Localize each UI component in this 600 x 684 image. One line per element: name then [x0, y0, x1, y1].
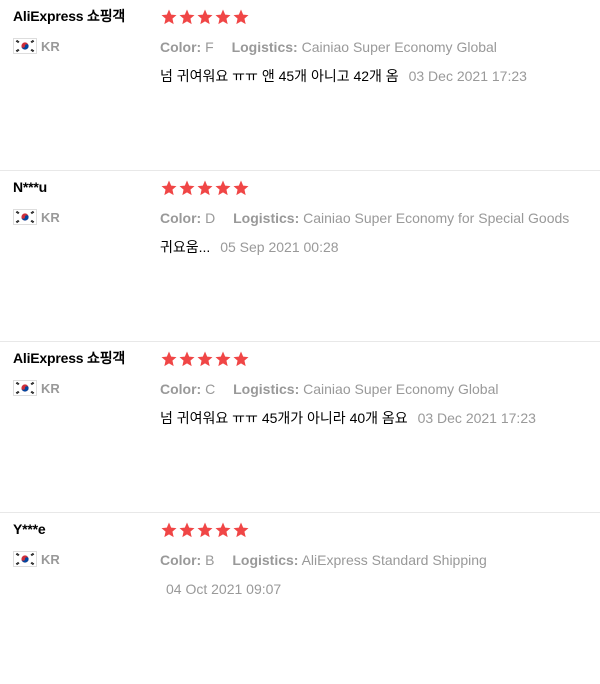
color-label: Color: [160, 552, 202, 568]
reviewer-name: AliExpress 쇼핑객 [13, 8, 126, 24]
review-feedback: 넘 귀여워요 ㅠㅠ 45개가 아니라 40개 옴요 03 Dec 2021 17… [160, 408, 600, 428]
star-icon [179, 180, 195, 196]
star-rating [160, 520, 600, 540]
reviewer-info: AliExpress 쇼핑객 KR [13, 6, 153, 55]
country-code: KR [41, 38, 60, 54]
review-date: 03 Dec 2021 17:23 [408, 68, 527, 84]
star-icon [179, 9, 195, 25]
review-item: N***u KR Color: D Logistics: Cainiao Sup… [0, 171, 600, 342]
logistics-label: Logistics: [231, 39, 298, 55]
reviewer-country: KR [13, 37, 153, 55]
reviewer-name: Y***e [13, 521, 46, 537]
logistics-label: Logistics: [232, 552, 299, 568]
star-rating [160, 7, 600, 27]
review-text: 넘 귀여워요 ㅠㅠ 앤 45개 아니고 42개 옴 [160, 68, 399, 84]
review-feedback: 귀요움... 05 Sep 2021 00:28 [160, 237, 600, 257]
kr-flag-icon [13, 551, 37, 567]
star-icon [161, 522, 177, 538]
order-info: Color: D Logistics: Cainiao Super Econom… [160, 208, 600, 228]
star-icon [215, 522, 231, 538]
reviewer-country: KR [13, 379, 153, 397]
star-icon [161, 351, 177, 367]
review-body: Color: C Logistics: Cainiao Super Econom… [160, 349, 600, 428]
country-code: KR [41, 209, 60, 225]
review-item: AliExpress 쇼핑객 KR [0, 342, 600, 513]
review-body: Color: D Logistics: Cainiao Super Econom… [160, 178, 600, 257]
logistics-value: Cainiao Super Economy Global [301, 39, 497, 55]
star-icon [197, 351, 213, 367]
star-icon [233, 351, 249, 367]
reviewer-info: Y***e KR [13, 519, 153, 568]
color-label: Color: [160, 39, 202, 55]
color-value: F [205, 39, 214, 55]
order-info: Color: B Logistics: AliExpress Standard … [160, 550, 600, 570]
kr-flag-icon [13, 380, 37, 396]
star-rating [160, 349, 600, 369]
review-item: AliExpress 쇼핑객 KR [0, 0, 600, 171]
star-icon [233, 9, 249, 25]
kr-flag-icon [13, 38, 37, 54]
country-code: KR [41, 380, 60, 396]
logistics-value: Cainiao Super Economy for Special Goods [303, 210, 570, 226]
reviewer-info: AliExpress 쇼핑객 KR [13, 348, 153, 397]
review-feedback: 04 Oct 2021 09:07 [160, 579, 600, 599]
kr-flag-icon [13, 209, 37, 225]
star-icon [233, 180, 249, 196]
star-rating [160, 178, 600, 198]
star-icon [197, 522, 213, 538]
star-icon [215, 180, 231, 196]
reviewer-info: N***u KR [13, 177, 153, 226]
country-code: KR [41, 551, 60, 567]
color-label: Color: [160, 381, 202, 397]
star-icon [179, 522, 195, 538]
review-text: 넘 귀여워요 ㅠㅠ 45개가 아니라 40개 옴요 [160, 410, 408, 426]
star-icon [161, 180, 177, 196]
star-icon [197, 9, 213, 25]
logistics-label: Logistics: [233, 210, 300, 226]
reviewer-country: KR [13, 208, 153, 226]
reviewer-name: N***u [13, 179, 48, 195]
review-date: 05 Sep 2021 00:28 [220, 239, 339, 255]
star-icon [215, 351, 231, 367]
review-item: Y***e KR Color: B Logistics: AliExpress … [0, 513, 600, 684]
review-body: Color: F Logistics: Cainiao Super Econom… [160, 7, 600, 86]
star-icon [233, 522, 249, 538]
review-text: 귀요움... [160, 239, 211, 255]
review-body: Color: B Logistics: AliExpress Standard … [160, 520, 600, 599]
reviewer-name: AliExpress 쇼핑객 [13, 350, 126, 366]
review-date: 04 Oct 2021 09:07 [166, 581, 282, 597]
reviewer-country: KR [13, 550, 153, 568]
review-feedback: 넘 귀여워요 ㅠㅠ 앤 45개 아니고 42개 옴 03 Dec 2021 17… [160, 66, 600, 86]
star-icon [179, 351, 195, 367]
color-value: D [205, 210, 216, 226]
review-date: 03 Dec 2021 17:23 [417, 410, 536, 426]
order-info: Color: C Logistics: Cainiao Super Econom… [160, 379, 600, 399]
logistics-value: AliExpress Standard Shipping [301, 552, 487, 568]
color-value: B [205, 552, 215, 568]
star-icon [197, 180, 213, 196]
order-info: Color: F Logistics: Cainiao Super Econom… [160, 37, 600, 57]
color-label: Color: [160, 210, 202, 226]
star-icon [215, 9, 231, 25]
logistics-label: Logistics: [233, 381, 300, 397]
logistics-value: Cainiao Super Economy Global [303, 381, 499, 397]
color-value: C [205, 381, 216, 397]
review-list: AliExpress 쇼핑객 KR Color: F Logistics: Ca… [0, 0, 600, 684]
star-icon [161, 9, 177, 25]
